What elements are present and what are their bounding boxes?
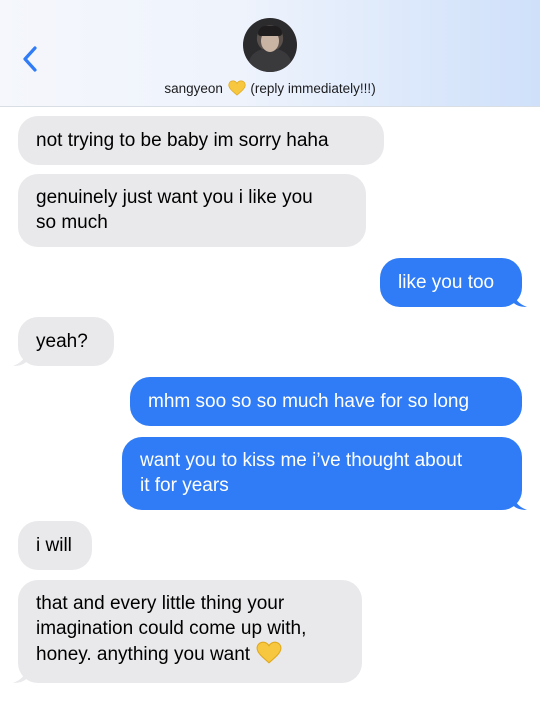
avatar-hair (258, 26, 282, 36)
message-bubble-incoming[interactable]: that and every little thing your imagina… (13, 580, 362, 683)
message-bubble-incoming[interactable]: yeah? (13, 317, 114, 366)
message-text: genuinely just want you i like you so mu… (36, 187, 313, 233)
chevron-left-icon (23, 46, 37, 72)
message-text: want you to kiss me i’ve thought about i… (140, 450, 463, 496)
contact-name: sangyeon (164, 81, 223, 96)
conversation-header: sangyeon (reply immediately!!!) (0, 0, 540, 107)
contact-suffix: (reply immediately!!!) (250, 81, 376, 96)
bubble-tail (513, 494, 527, 510)
message-text: mhm soo so so much have for so long (148, 391, 470, 412)
contact-title[interactable]: sangyeon (reply immediately!!!) (0, 80, 540, 99)
message-text: like you too (398, 272, 495, 293)
message-bubble-incoming[interactable]: genuinely just want you i like you so mu… (18, 174, 366, 247)
message-bubble-outgoing[interactable]: want you to kiss me i’ve thought about i… (122, 437, 527, 510)
message-bubble-incoming[interactable]: i will (18, 521, 92, 570)
bubble-tail (13, 667, 27, 683)
message-bubble-outgoing[interactable]: mhm soo so so much have for so long (130, 377, 522, 426)
bubble-tail (13, 350, 27, 366)
message-bubble-outgoing[interactable]: like you too (380, 258, 527, 307)
contact-avatar[interactable] (243, 18, 297, 72)
message-text: yeah? (36, 331, 88, 352)
bubble-tail (513, 291, 527, 307)
back-button[interactable] (20, 44, 42, 74)
message-text: i will (36, 535, 72, 556)
message-bubble-incoming[interactable]: not trying to be baby im sorry haha (18, 116, 384, 165)
message-text: not trying to be baby im sorry haha (36, 130, 329, 151)
yellow-heart-icon (256, 641, 282, 671)
yellow-heart-icon (228, 80, 246, 99)
